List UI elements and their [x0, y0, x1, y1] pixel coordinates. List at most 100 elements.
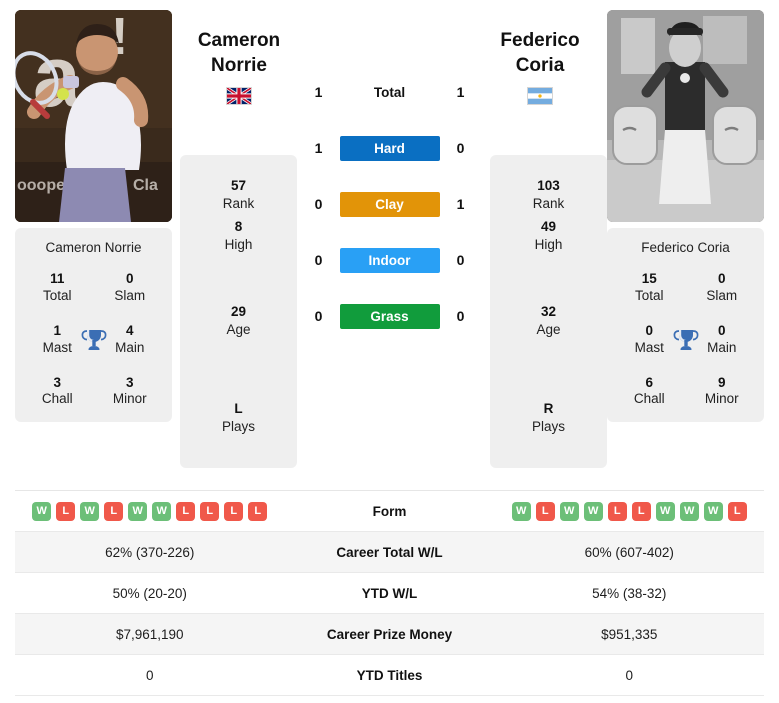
- left-player-column: a ! ooope Cla Cameron Norrie 11 Total 0 …: [15, 10, 172, 480]
- player-photo-coria: [607, 10, 764, 222]
- left-form-result: L: [56, 501, 76, 521]
- table-row: W L W L W W L L L L Form W L W W L L W W W L: [15, 491, 764, 532]
- left-titles-card: Cameron Norrie 11 Total 0 Slam 1 Mast 4 …: [15, 228, 172, 423]
- left-form-result: W: [80, 501, 100, 521]
- left-rank-label: Rank: [222, 195, 255, 211]
- left-high: 8 High: [180, 218, 297, 253]
- left-rank: 57 Rank: [180, 177, 297, 212]
- right-high-label: High: [534, 236, 563, 252]
- right-titles-chall-label: Chall: [633, 391, 665, 407]
- right-form-result: L: [631, 501, 651, 521]
- right-score-clay: 1: [456, 196, 465, 212]
- left-titles-minor-value: 3: [125, 374, 134, 390]
- surface-row-hard: 1 Hard 0: [297, 120, 482, 176]
- stat-label-form: Form: [372, 503, 407, 519]
- stats-table: W L W L W W L L L L Form W L W W L L W W W L 62% (370-226) Car…: [15, 490, 764, 696]
- left-titles-chall: 3 Chall: [21, 375, 94, 409]
- left-player-name-card: Cameron Norrie: [45, 240, 142, 255]
- left-career-prize-money: $7,961,190: [115, 626, 184, 642]
- stat-label-career-prize-money: Career Prize Money: [326, 626, 453, 642]
- right-rank-spacer: [490, 10, 607, 155]
- table-row: 62% (370-226) Career Total W/L 60% (607-40…: [15, 532, 764, 573]
- surface-badge-clay[interactable]: Clay: [339, 191, 440, 217]
- left-score-indoor: 0: [314, 252, 323, 268]
- left-plays-label: Plays: [221, 418, 255, 434]
- left-titles-total-value: 11: [50, 271, 65, 286]
- comparison-top-section: a ! ooope Cla Cameron Norrie 11 Total 0 …: [0, 0, 779, 480]
- svg-text:ooope: ooope: [17, 177, 65, 194]
- left-form-result: L: [176, 501, 196, 521]
- surface-row-indoor: 0 Indoor 0: [297, 232, 482, 288]
- svg-text:Cla: Cla: [133, 177, 158, 194]
- left-form-result: L: [104, 501, 124, 521]
- left-form-result: L: [224, 501, 244, 521]
- right-form-result: L: [607, 501, 627, 521]
- left-score-grass: 0: [314, 308, 323, 324]
- trophy-icon: [673, 327, 699, 353]
- left-plays: L Plays: [180, 400, 297, 435]
- left-titles-total: 11 Total: [21, 271, 94, 305]
- right-score-grass: 0: [456, 308, 465, 324]
- surface-rows: 1 Total 1 1 Hard 0 0 Clay 1 0 Indoor 0 0 Grass 0: [297, 64, 482, 344]
- left-age: 29 Age: [180, 303, 297, 338]
- left-plays-value: L: [234, 401, 243, 417]
- right-rank-label: Rank: [532, 195, 565, 211]
- left-titles-minor-label: Minor: [112, 391, 147, 407]
- right-form: WLWWLLWWWL: [495, 501, 765, 521]
- right-plays: R Plays: [490, 400, 607, 435]
- left-ytd-titles: 0: [145, 667, 154, 683]
- stat-label-ytd-w-l: YTD W/L: [361, 585, 418, 601]
- surface-badge-hard[interactable]: Hard: [339, 135, 440, 161]
- left-rank-column: 57 Rank 8 High 29 Age L Plays: [180, 10, 297, 480]
- left-form: WLWLWWLLLL: [15, 501, 285, 521]
- left-form-result: W: [152, 501, 172, 521]
- left-titles-slam: 0 Slam: [94, 271, 167, 305]
- right-form-result: W: [583, 501, 603, 521]
- right-form-result: W: [655, 501, 675, 521]
- right-titles-slam-label: Slam: [706, 287, 738, 303]
- right-ytd-titles: 0: [625, 667, 633, 683]
- stat-label-ytd-titles: YTD Titles: [356, 667, 423, 683]
- surface-badge-total: Total: [373, 84, 406, 100]
- right-titles-total-label: Total: [634, 287, 664, 303]
- right-high: 49 High: [490, 218, 607, 253]
- trophy-icon: [81, 327, 107, 353]
- table-row: $7,961,190 Career Prize Money $951,335: [15, 614, 764, 655]
- surface-badge-grass[interactable]: Grass: [339, 303, 440, 329]
- right-titles-total-value: 15: [641, 271, 657, 286]
- left-form-result: L: [200, 501, 220, 521]
- right-titles-card: Federico Coria 15 Total 0 Slam 0 Mast 0 …: [607, 228, 764, 423]
- left-rank-value: 57: [230, 178, 247, 193]
- left-titles-slam-label: Slam: [114, 287, 146, 303]
- surface-badge-indoor[interactable]: Indoor: [339, 247, 440, 273]
- right-career-total-w-l: 60% (607-402): [584, 544, 674, 560]
- right-score-indoor: 0: [456, 252, 465, 268]
- left-titles-chall-value: 3: [53, 374, 61, 390]
- left-titles-slam-value: 0: [125, 271, 134, 286]
- left-age-label: Age: [226, 321, 251, 337]
- surface-row-clay: 0 Clay 1: [297, 176, 482, 232]
- right-player-column: Federico Coria 15 Total 0 Slam 0 Mast 0 …: [607, 10, 764, 480]
- right-player-name-card: Federico Coria: [641, 240, 730, 255]
- right-age: 32 Age: [490, 303, 607, 338]
- left-rank-spacer: [180, 10, 297, 155]
- right-titles-minor: 9 Minor: [686, 375, 759, 409]
- table-row: 0 YTD Titles 0: [15, 655, 764, 696]
- right-titles-minor-value: 9: [717, 374, 726, 390]
- right-form-result: W: [679, 501, 699, 521]
- right-form-result: L: [535, 501, 555, 521]
- left-titles-chall-label: Chall: [41, 391, 73, 407]
- right-high-value: 49: [540, 219, 557, 235]
- right-score-hard: 0: [456, 140, 465, 156]
- right-form-result: L: [727, 501, 747, 521]
- right-age-value: 32: [540, 304, 557, 320]
- right-form-result: W: [559, 501, 579, 521]
- table-row: 50% (20-20) YTD W/L 54% (38-32): [15, 573, 764, 614]
- right-titles-chall-value: 6: [645, 374, 653, 390]
- left-form-result: W: [128, 501, 148, 521]
- right-titles-slam-value: 0: [717, 271, 726, 286]
- stat-label-career-total-w-l: Career Total W/L: [336, 544, 443, 560]
- left-age-value: 29: [230, 304, 247, 320]
- left-titles-grid: 11 Total 0 Slam 1 Mast 4 Main 3 Chall 3 …: [21, 271, 166, 408]
- player-photo-norrie: a ! ooope Cla: [15, 10, 172, 222]
